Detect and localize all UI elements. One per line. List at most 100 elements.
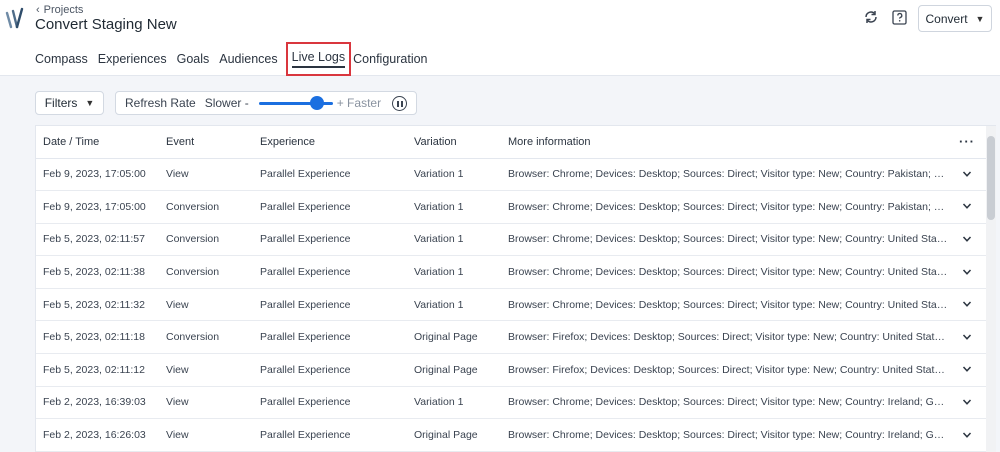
date-time-cell: Feb 9, 2023, 17:05:00 — [36, 158, 159, 192]
table-row[interactable]: Feb 2, 2023, 16:26:03 View Parallel Experi… — [36, 418, 986, 452]
variation-cell: Original Page — [407, 418, 501, 452]
chevron-down-icon[interactable] — [960, 297, 974, 311]
variation-cell: Variation 1 — [407, 386, 501, 420]
column-header-experience[interactable]: Experience — [253, 126, 407, 159]
date-time-cell: Feb 5, 2023, 02:11:32 — [36, 288, 159, 322]
experience-cell: Parallel Experience — [253, 418, 407, 452]
chevron-down-icon[interactable] — [960, 362, 974, 376]
chevron-down-icon[interactable] — [960, 265, 974, 279]
table-row[interactable]: Feb 5, 2023, 02:11:18 Conversion Parallel … — [36, 320, 986, 355]
chevron-down-icon[interactable] — [960, 330, 974, 344]
column-header-event[interactable]: Event — [159, 126, 253, 159]
event-cell: View — [159, 386, 253, 420]
experience-cell: Parallel Experience — [253, 320, 407, 355]
experience-cell: Parallel Experience — [253, 158, 407, 192]
scrollbar-thumb[interactable] — [987, 136, 995, 220]
filters-label: Filters — [44, 96, 78, 110]
account-dropdown-button[interactable]: Convert ▼ — [918, 5, 992, 32]
variation-cell: Variation 1 — [407, 158, 501, 192]
variation-cell: Original Page — [407, 320, 501, 355]
more-information-cell: Browser: Firefox; Devices: Desktop; Sour… — [501, 320, 948, 355]
expand-row-cell — [948, 158, 986, 192]
event-cell: View — [159, 353, 253, 387]
event-cell: Conversion — [159, 223, 253, 257]
top-header: ‹ Projects Convert Staging New Compass E… — [0, 0, 1000, 76]
experience-cell: Parallel Experience — [253, 190, 407, 224]
event-cell: Conversion — [159, 320, 253, 355]
more-information-cell: Browser: Firefox; Devices: Desktop; Sour… — [501, 353, 948, 387]
table-row[interactable]: Feb 5, 2023, 02:11:12 View Parallel Experi… — [36, 353, 986, 387]
tab-goals[interactable]: Goals — [177, 52, 210, 66]
more-information-cell: Browser: Chrome; Devices: Desktop; Sourc… — [501, 418, 948, 452]
faster-label: + Faster — [336, 96, 382, 110]
date-time-cell: Feb 5, 2023, 02:11:38 — [36, 255, 159, 289]
slower-label: Slower - — [204, 96, 249, 110]
refresh-rate-slider[interactable] — [258, 96, 333, 110]
expand-row-cell — [948, 255, 986, 289]
refresh-rate-control: Refresh Rate Slower - + Faster — [115, 91, 417, 115]
date-time-cell: Feb 9, 2023, 17:05:00 — [36, 190, 159, 224]
more-information-cell: Browser: Chrome; Devices: Desktop; Sourc… — [501, 158, 948, 192]
more-information-cell: Browser: Chrome; Devices: Desktop; Sourc… — [501, 386, 948, 420]
tab-compass[interactable]: Compass — [35, 52, 88, 66]
more-information-cell: Browser: Chrome; Devices: Desktop; Sourc… — [501, 288, 948, 322]
table-scrollbar[interactable] — [986, 126, 996, 452]
column-header-variation[interactable]: Variation — [407, 126, 501, 159]
tab-configuration[interactable]: Configuration — [353, 52, 427, 66]
date-time-cell: Feb 2, 2023, 16:26:03 — [36, 418, 159, 452]
date-time-cell: Feb 5, 2023, 02:11:57 — [36, 223, 159, 257]
chevron-down-icon[interactable] — [960, 428, 974, 442]
sync-icon[interactable] — [862, 8, 880, 26]
back-link-label: Projects — [43, 4, 84, 16]
account-dropdown-label: Convert — [925, 11, 968, 26]
expand-row-cell — [948, 418, 986, 452]
table-row[interactable]: Feb 2, 2023, 16:39:03 View Parallel Experi… — [36, 386, 986, 420]
variation-cell: Original Page — [407, 353, 501, 387]
variation-cell: Variation 1 — [407, 223, 501, 257]
expand-row-cell — [948, 320, 986, 355]
expand-row-cell — [948, 353, 986, 387]
variation-cell: Variation 1 — [407, 255, 501, 289]
column-header-more-information[interactable]: More information — [501, 126, 948, 159]
experience-cell: Parallel Experience — [253, 255, 407, 289]
table-row[interactable]: Feb 5, 2023, 02:11:32 View Parallel Experi… — [36, 288, 986, 322]
event-cell: Conversion — [159, 255, 253, 289]
slider-thumb[interactable] — [309, 96, 324, 110]
convert-logo-icon[interactable] — [5, 7, 25, 33]
live-logs-table: Date / Time Event Experience Variation M… — [35, 125, 996, 452]
chevron-left-icon: ‹ — [36, 3, 40, 16]
pause-icon[interactable] — [392, 96, 407, 111]
column-header-date-time[interactable]: Date / Time — [36, 126, 159, 159]
active-tab-underline — [291, 66, 346, 68]
event-cell: View — [159, 418, 253, 452]
table-row[interactable]: Feb 9, 2023, 17:05:00 Conversion Parallel … — [36, 190, 986, 224]
chevron-down-icon[interactable] — [960, 199, 974, 213]
event-cell: View — [159, 158, 253, 192]
expand-row-cell — [948, 386, 986, 420]
tab-live-logs[interactable]: Live Logs — [285, 42, 352, 76]
table-header-row: Date / Time Event Experience Variation M… — [36, 126, 986, 159]
refresh-rate-label: Refresh Rate — [125, 96, 196, 110]
back-to-projects-link[interactable]: ‹ Projects — [36, 4, 83, 16]
more-information-cell: Browser: Chrome; Devices: Desktop; Sourc… — [501, 190, 948, 224]
tab-experiences[interactable]: Experiences — [98, 52, 167, 66]
chevron-down-icon[interactable] — [960, 395, 974, 409]
help-icon[interactable] — [891, 8, 909, 26]
expand-row-cell — [948, 223, 986, 257]
filters-button[interactable]: Filters ▼ — [35, 91, 104, 115]
tab-audiences[interactable]: Audiences — [219, 52, 277, 66]
table-row[interactable]: Feb 5, 2023, 02:11:38 Conversion Parallel … — [36, 255, 986, 289]
more-options-icon[interactable]: ··· — [948, 126, 986, 159]
table-body: Feb 9, 2023, 17:05:00 View Parallel Experi… — [36, 158, 986, 452]
date-time-cell: Feb 5, 2023, 02:11:18 — [36, 320, 159, 355]
expand-row-cell — [948, 288, 986, 322]
table-row[interactable]: Feb 9, 2023, 17:05:00 View Parallel Experi… — [36, 158, 986, 192]
more-information-cell: Browser: Chrome; Devices: Desktop; Sourc… — [501, 223, 948, 257]
event-cell: Conversion — [159, 190, 253, 224]
chevron-down-icon[interactable] — [960, 167, 974, 181]
chevron-down-icon[interactable] — [960, 232, 974, 246]
experience-cell: Parallel Experience — [253, 353, 407, 387]
date-time-cell: Feb 5, 2023, 02:11:12 — [36, 353, 159, 387]
table-row[interactable]: Feb 5, 2023, 02:11:57 Conversion Parallel … — [36, 223, 986, 257]
variation-cell: Variation 1 — [407, 288, 501, 322]
